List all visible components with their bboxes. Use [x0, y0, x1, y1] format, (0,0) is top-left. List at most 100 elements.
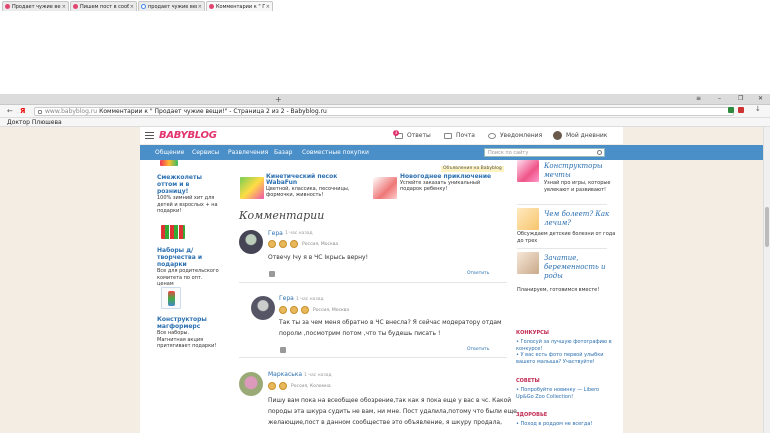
badge-icon — [279, 240, 287, 248]
close-icon[interactable]: × — [130, 4, 134, 10]
ad-desc: 100% зимний хит для детей и взрослых + н… — [157, 195, 218, 214]
nav-item-communication[interactable]: Общение — [155, 149, 184, 156]
badge-icon — [279, 306, 287, 314]
close-window-icon[interactable]: ✕ — [758, 95, 763, 102]
avatar[interactable] — [239, 230, 263, 254]
product-image[interactable] — [161, 287, 181, 309]
comment-text: Отвечу Ічу я в ЧС Ікрысь верну! — [268, 254, 368, 261]
search-icon[interactable] — [597, 150, 602, 155]
yandex-icon[interactable]: Я — [20, 107, 25, 115]
sidebar-link[interactable]: • Поход в роддом не всегда! — [516, 421, 616, 428]
close-icon[interactable]: × — [198, 4, 202, 10]
mail-link[interactable]: Почта — [444, 132, 475, 139]
product-image[interactable] — [161, 225, 185, 239]
promo-title[interactable]: Кинетический песок WabaFun — [266, 174, 366, 186]
link-text[interactable]: Попробуйте новинку — Libero Up&Go Zoo Co… — [516, 387, 599, 400]
link-text[interactable]: Поход в роддом не всегда! — [521, 421, 593, 427]
answers-link[interactable]: 3 Ответы — [393, 129, 431, 139]
maximize-icon[interactable]: ❐ — [738, 95, 743, 102]
babyblog-logo[interactable]: BABYBLOG — [159, 130, 217, 141]
browser-tab-active[interactable]: Комментарии к " Про × — [206, 1, 273, 11]
product-image[interactable] — [160, 160, 178, 166]
notifications-link[interactable]: Уведомления — [488, 132, 542, 139]
right-ad[interactable]: Зачатие, беременность и роды — [544, 254, 622, 281]
hamburger-icon[interactable] — [145, 132, 154, 139]
divider — [239, 282, 507, 283]
search-input[interactable]: Поиск по сайту — [484, 148, 605, 157]
url-page-title: Комментарии к " Продает чужие вещи!" - С… — [99, 108, 327, 115]
ad-title[interactable]: Конструкторы магформерс — [157, 316, 219, 330]
reply-link[interactable]: Ответить — [467, 347, 489, 352]
download-icon[interactable]: ↓ — [755, 105, 761, 113]
promo-desc: Успейте заказать уникальный подарок ребе… — [400, 180, 481, 192]
scrollbar-thumb[interactable] — [765, 207, 769, 247]
reply-link[interactable]: Ответить — [467, 271, 489, 276]
divider — [517, 204, 607, 205]
minimize-icon[interactable]: – — [718, 95, 721, 102]
right-ad[interactable]: Чем болеет? Как лечим? — [544, 210, 622, 228]
product-image[interactable] — [240, 177, 264, 199]
ad-desc: Все для родительского комитета по опт. ц… — [157, 268, 219, 287]
ad-title[interactable]: Конструкторы мечты — [544, 162, 622, 180]
promo-item[interactable]: Новогоднее приключение Успейте заказать … — [400, 174, 500, 193]
mail-label: Почта — [456, 132, 475, 139]
browser-tab[interactable]: Продает чужие вещ × — [2, 1, 69, 11]
menu-icon[interactable]: ≡ — [696, 95, 701, 102]
avatar[interactable] — [239, 372, 263, 396]
like-icon[interactable] — [280, 347, 286, 353]
nav-item-entertainment[interactable]: Развлечения — [228, 149, 268, 156]
nav-item-joint-purchases[interactable]: Совместные покупки — [302, 149, 369, 156]
promo-item[interactable]: Кинетический песок WabaFun Цветной, клас… — [266, 174, 366, 199]
comment-author[interactable]: Гера — [268, 230, 283, 237]
sidebar-contests: КОНКУРСЫ • Голосуй за лучшую фотографию … — [516, 330, 616, 365]
comment-author[interactable]: Маркаська — [268, 371, 302, 378]
extension-icon[interactable] — [728, 107, 734, 113]
comment-text: Так ты за чем меня обратно в ЧС внесла? … — [279, 319, 502, 326]
left-ad[interactable]: Наборы д/творчества и подарки Все для ро… — [157, 247, 219, 288]
comment-time: 1 час назад — [296, 297, 324, 302]
badge-icon — [268, 382, 276, 390]
close-icon[interactable]: × — [62, 4, 66, 10]
link-text[interactable]: У вас есть фото первой улыбки вашего мал… — [516, 352, 604, 365]
tab-label: Комментарии к " Про — [216, 3, 265, 10]
sidebar-link[interactable]: • Попробуйте новинку — Libero Up&Go Zoo … — [516, 387, 616, 400]
bookmark-item[interactable]: Доктор Плюшева — [7, 119, 62, 126]
google-favicon-icon — [141, 4, 146, 9]
scrollbar[interactable] — [763, 127, 770, 433]
ads-tag[interactable]: Объявления на Babyblog — [441, 166, 504, 172]
comment-text: пороли ,посмотрим потом ,что ты будешь п… — [279, 330, 441, 337]
sidebar-link[interactable]: • У вас есть фото первой улыбки вашего м… — [516, 352, 616, 365]
product-image[interactable] — [373, 177, 397, 199]
browser-tab[interactable]: продает чужие вещи × — [138, 1, 205, 11]
comment-author[interactable]: Гера — [279, 295, 294, 302]
ad-title[interactable]: Зачатие, беременность и роды — [544, 254, 622, 281]
my-diary-link[interactable]: Мой дневник — [553, 131, 607, 140]
new-tab-button[interactable]: + — [275, 95, 282, 104]
nav-item-services[interactable]: Сервисы — [192, 149, 219, 156]
badge-icon — [290, 240, 298, 248]
avatar[interactable] — [251, 296, 275, 320]
nav-item-bazaar[interactable]: Базар — [274, 149, 292, 156]
ad-title[interactable]: Наборы д/творчества и подарки — [157, 247, 219, 268]
right-ad[interactable]: Конструкторы мечты Узнай про игры, котор… — [544, 162, 622, 193]
url-field[interactable]: www.babyblog.ru Комментарии к " Продает … — [34, 107, 734, 116]
ad-desc: Узнай про игры, которые увлекают и разви… — [544, 180, 611, 193]
left-ad[interactable]: Конструкторы магформерс Все наборы. Магн… — [157, 316, 219, 350]
ad-title[interactable]: Чем болеет? Как лечим? — [544, 210, 622, 228]
tab-strip — [0, 94, 770, 105]
product-image[interactable] — [517, 160, 539, 182]
product-image[interactable] — [517, 208, 539, 230]
sidebar-link[interactable]: • Голосуй за лучшую фотографию в конкурс… — [516, 339, 616, 352]
ad-title[interactable]: Смежколеты оттом и в розницу! — [157, 174, 219, 195]
tab-label: продает чужие вещи — [148, 3, 197, 10]
like-icon[interactable] — [269, 271, 275, 277]
extension-icon[interactable] — [738, 107, 744, 113]
comment-time: 1 час назад — [285, 231, 313, 236]
close-icon[interactable]: × — [266, 4, 270, 10]
back-icon[interactable]: ← — [7, 107, 13, 115]
left-ad[interactable]: Смежколеты оттом и в розницу! 100% зимни… — [157, 174, 219, 215]
product-image[interactable] — [517, 252, 539, 274]
link-text[interactable]: Голосуй за лучшую фотографию в конкурсе! — [516, 339, 612, 352]
desktop-blank-area — [0, 0, 770, 94]
browser-tab[interactable]: Пишем пост в сооб × — [70, 1, 137, 11]
